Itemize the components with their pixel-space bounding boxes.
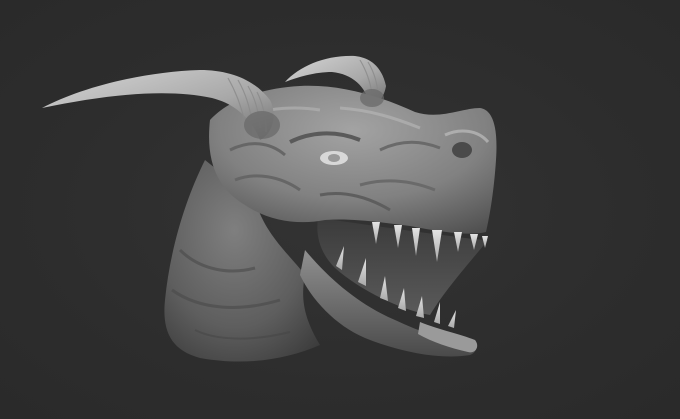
dragon-head-sculpt xyxy=(42,55,497,362)
nostril xyxy=(452,142,472,158)
sculpt-viewport[interactable] xyxy=(0,0,680,419)
